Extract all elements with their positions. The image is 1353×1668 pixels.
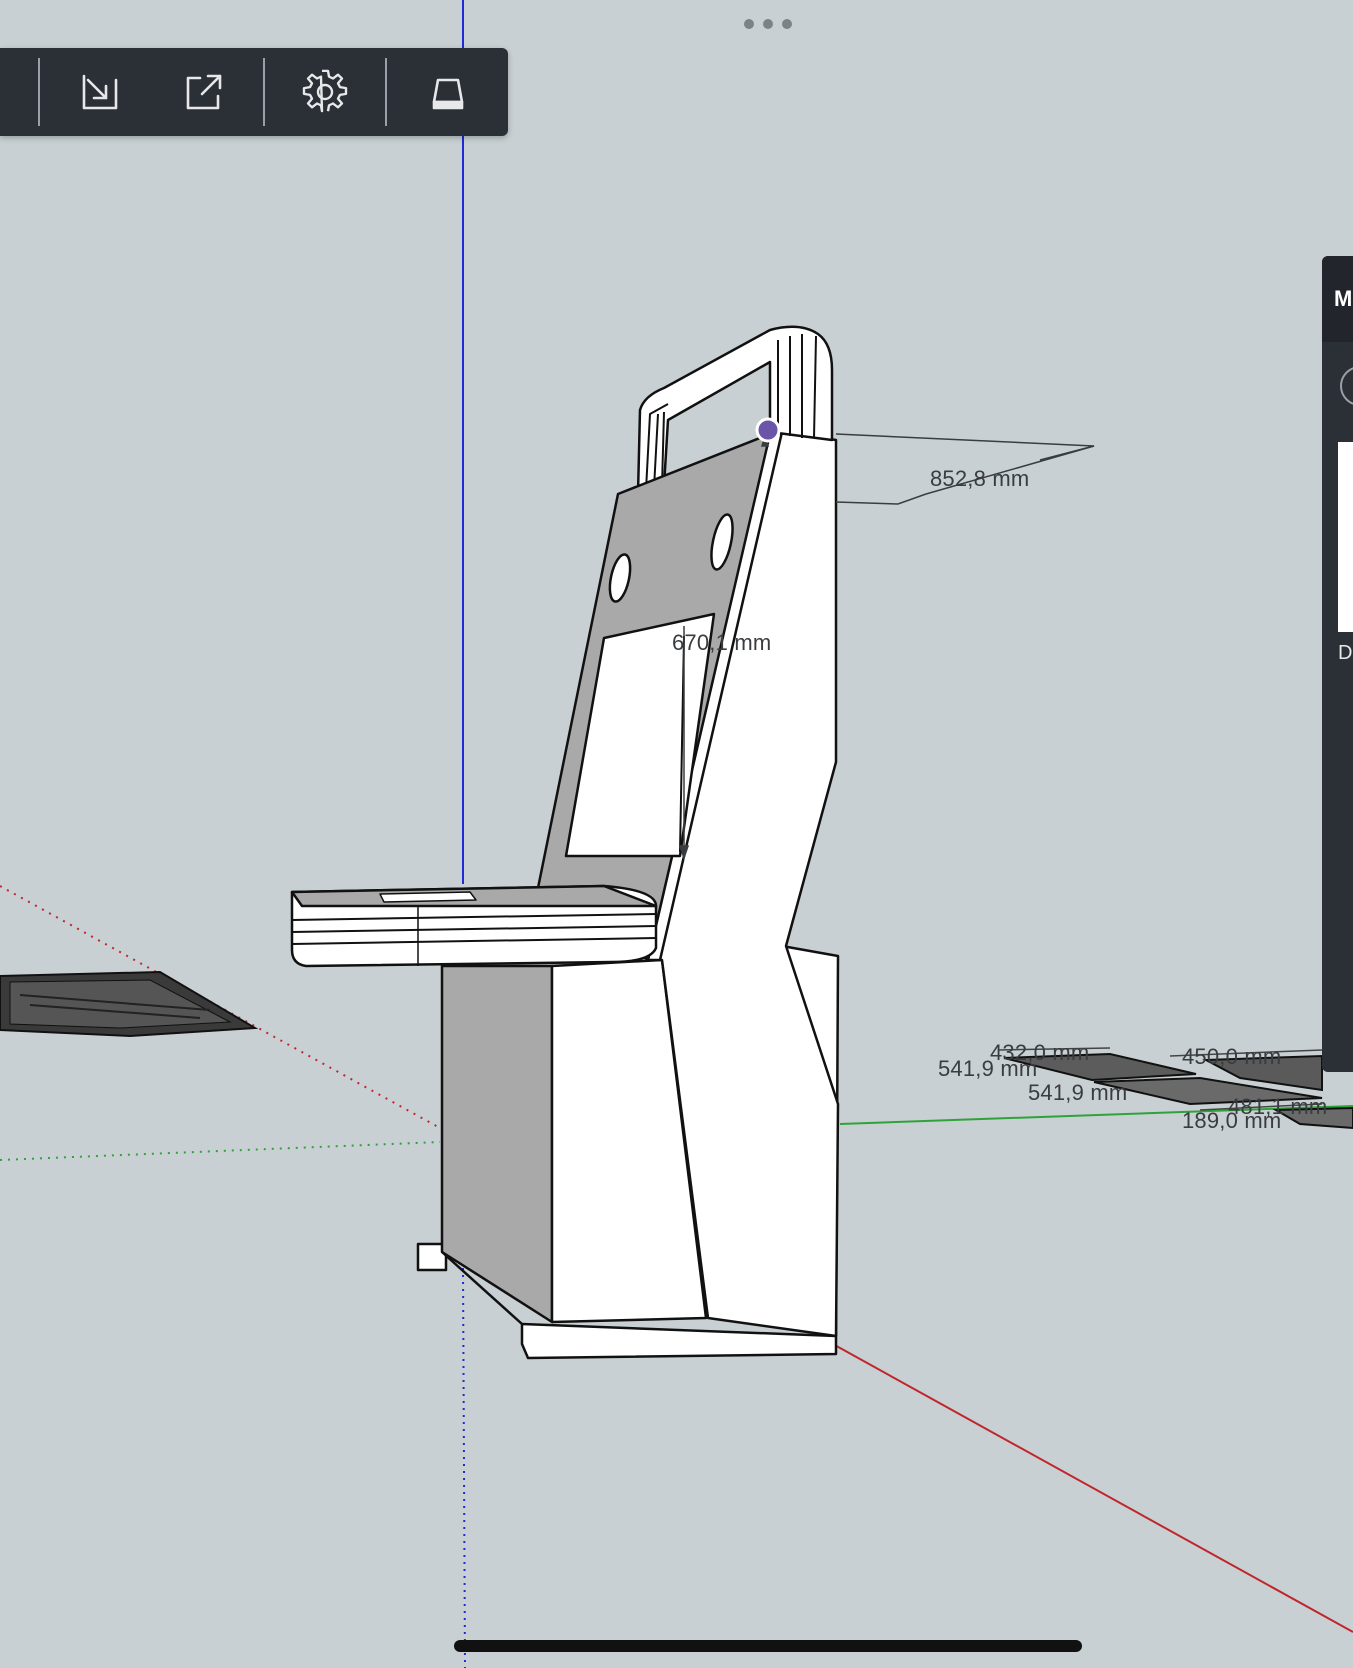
import-arrow-icon: [82, 74, 118, 110]
export-share-icon: [186, 74, 222, 110]
dimension-part-a-height[interactable]: 541,9 mm: [938, 1056, 1037, 1082]
toolbar-separator: [263, 58, 265, 126]
top-toolbar: [0, 48, 508, 136]
gear-icon: [302, 69, 348, 113]
model-scene[interactable]: [0, 0, 1353, 1668]
display-mode-button[interactable]: [420, 64, 476, 120]
dimension-screen-label[interactable]: 670,1 mm: [672, 630, 771, 656]
toolbar-separator: [38, 58, 40, 126]
green-axis-hidden: [0, 1141, 441, 1161]
panel-add-button[interactable]: [1340, 366, 1353, 406]
materials-side-panel[interactable]: M D: [1322, 256, 1353, 1072]
material-preview[interactable]: [1338, 442, 1353, 632]
display-mode-icon: [432, 78, 464, 110]
dot: [763, 19, 773, 29]
export-button[interactable]: [176, 64, 232, 120]
dimension-depth-label[interactable]: 852,8 mm: [930, 466, 1029, 492]
toolbar-separator: [385, 58, 387, 126]
panel-title: M: [1334, 286, 1353, 311]
import-button[interactable]: [72, 64, 128, 120]
more-options-button[interactable]: [744, 14, 792, 34]
red-axis: [821, 1337, 1353, 1633]
control-panel[interactable]: [290, 884, 658, 968]
arcade-cabinet-model[interactable]: [290, 325, 840, 1360]
inference-endpoint[interactable]: [755, 417, 781, 443]
home-indicator[interactable]: [454, 1640, 1082, 1652]
3d-viewport[interactable]: 852,8 mm 670,1 mm 432,0 mm 541,9 mm 541,…: [0, 0, 1353, 1668]
material-label: D: [1338, 642, 1353, 664]
dimension-part-d-height[interactable]: 189,0 mm: [1182, 1108, 1281, 1134]
blue-axis-hidden: [462, 1267, 466, 1668]
settings-button[interactable]: [297, 64, 353, 120]
dot: [782, 19, 792, 29]
dimension-part-b-height[interactable]: 541,9 mm: [1028, 1080, 1127, 1106]
dimension-part-c-width[interactable]: 450,0 mm: [1182, 1044, 1281, 1070]
dot: [744, 19, 754, 29]
distant-parts-left[interactable]: [0, 970, 259, 1038]
lower-side-panel[interactable]: [440, 964, 554, 1324]
